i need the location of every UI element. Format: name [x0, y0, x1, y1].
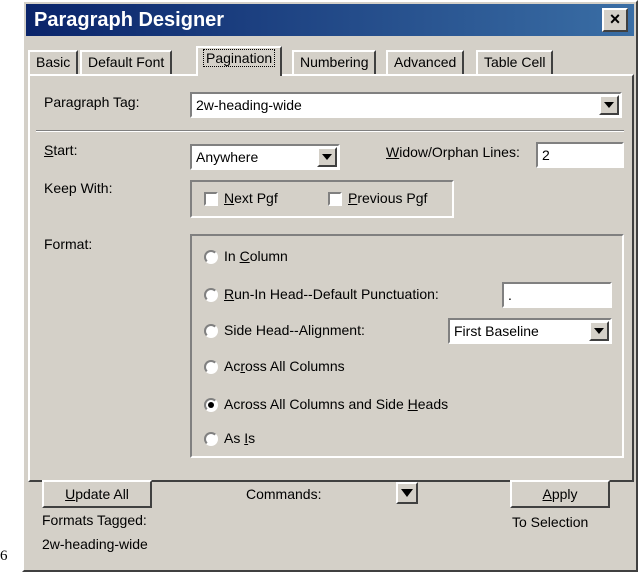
tab-numbering[interactable]: Numbering	[292, 50, 377, 74]
apply-button[interactable]: Apply	[510, 480, 610, 508]
run-in-punctuation-input[interactable]: .	[502, 282, 612, 308]
keep-with-group: Next Pgf Previous Pgf	[190, 180, 454, 218]
side-head-alignment-dropdown[interactable]: First Baseline	[448, 318, 612, 344]
paragraph-tag-value: 2w-heading-wide	[196, 97, 302, 113]
widow-orphan-label: Widow/Orphan Lines:	[386, 144, 520, 160]
window-title: Paragraph Designer	[34, 9, 225, 31]
tab-basic[interactable]: Basic	[28, 50, 79, 74]
side-head-radio[interactable]	[204, 324, 218, 338]
run-in-punctuation-value: .	[508, 287, 512, 303]
keep-with-label: Keep With:	[44, 180, 113, 196]
as-is-label[interactable]: As Is	[224, 430, 255, 446]
paragraph-designer-window: Paragraph Designer × Basic Default Font …	[22, 0, 638, 572]
widow-orphan-value: 2	[542, 147, 550, 163]
paragraph-tag-dropdown[interactable]: 2w-heading-wide	[190, 92, 622, 118]
start-value: Anywhere	[196, 149, 259, 165]
in-column-label[interactable]: In Column	[224, 248, 288, 264]
tab-advanced[interactable]: Advanced	[386, 50, 465, 74]
chevron-down-icon	[401, 489, 413, 497]
run-in-head-radio[interactable]	[204, 288, 218, 302]
pagination-panel: Paragraph Tag: 2w-heading-wide Start: An…	[28, 74, 634, 482]
across-all-columns-radio[interactable]	[204, 360, 218, 374]
formats-tagged-value: 2w-heading-wide	[42, 536, 148, 552]
across-all-columns-side-heads-label[interactable]: Across All Columns and Side Heads	[224, 396, 448, 412]
tab-strip: Basic Default Font Pagination Numbering …	[28, 46, 634, 76]
as-is-radio[interactable]	[204, 432, 218, 446]
next-pgf-checkbox[interactable]	[204, 192, 218, 206]
start-dropdown[interactable]: Anywhere	[190, 144, 340, 170]
next-pgf-label[interactable]: Next Pgf	[224, 190, 278, 206]
tab-pagination-label: Pagination	[202, 49, 276, 67]
widow-orphan-input[interactable]: 2	[536, 142, 624, 168]
separator	[36, 130, 624, 132]
in-column-radio[interactable]	[204, 250, 218, 264]
title-bar[interactable]: Paragraph Designer ×	[26, 4, 634, 36]
formats-tagged-label: Formats Tagged:	[42, 512, 147, 528]
close-icon: ×	[609, 9, 621, 29]
update-all-button[interactable]: Update All	[42, 480, 152, 508]
run-in-head-label[interactable]: Run-In Head--Default Punctuation:	[224, 286, 439, 302]
across-all-columns-label[interactable]: Across All Columns	[224, 358, 345, 374]
side-head-alignment-value: First Baseline	[454, 323, 539, 339]
paragraph-tag-label: Paragraph Tag:	[44, 94, 140, 110]
across-all-columns-side-heads-radio[interactable]	[204, 398, 218, 412]
chevron-down-icon[interactable]	[589, 321, 609, 341]
commands-label: Commands:	[246, 486, 322, 502]
chevron-down-icon[interactable]	[317, 147, 337, 167]
commands-menu-button[interactable]	[396, 482, 418, 504]
to-selection-label: To Selection	[512, 514, 589, 530]
tab-pagination[interactable]: Pagination	[196, 46, 283, 76]
side-head-label[interactable]: Side Head--Alignment:	[224, 322, 365, 338]
previous-pgf-checkbox[interactable]	[328, 192, 342, 206]
previous-pgf-label[interactable]: Previous Pgf	[348, 190, 427, 206]
chevron-down-icon[interactable]	[599, 95, 619, 115]
start-label: Start:	[44, 142, 78, 158]
format-group: In Column Run-In Head--Default Punctuati…	[190, 234, 624, 458]
tab-default-font[interactable]: Default Font	[80, 50, 173, 74]
start-label-rest: tart:	[53, 142, 78, 158]
tab-table-cell[interactable]: Table Cell	[476, 50, 554, 74]
stray-character: 6	[0, 548, 8, 564]
close-button[interactable]: ×	[602, 8, 628, 32]
format-label: Format:	[44, 236, 93, 252]
